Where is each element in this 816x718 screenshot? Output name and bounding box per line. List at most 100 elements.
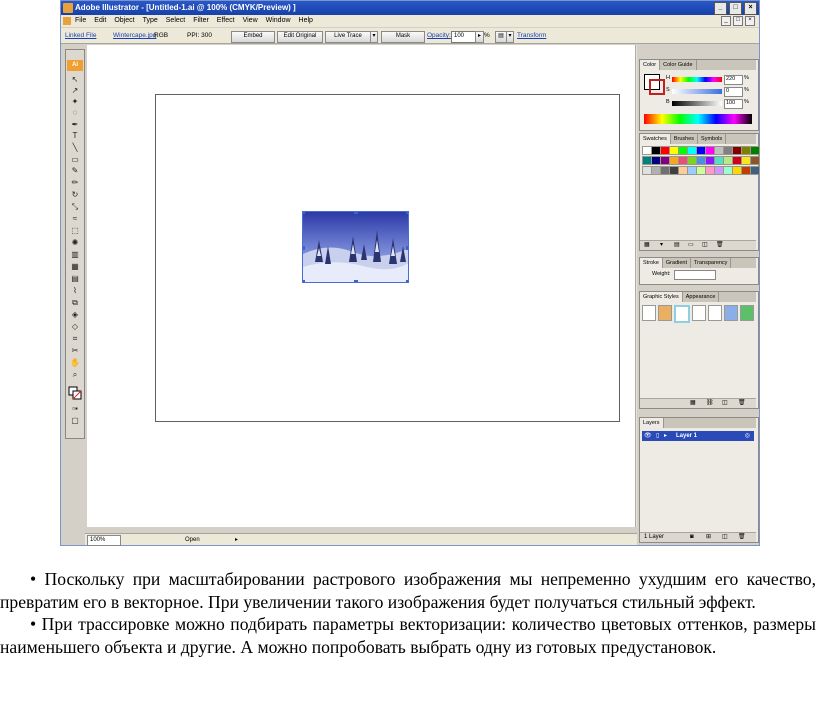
- screen-mode-icon[interactable]: ▢: [68, 416, 82, 426]
- mesh-tool-icon[interactable]: ▦: [68, 262, 82, 272]
- menu-help[interactable]: Help: [299, 15, 313, 27]
- transform-link[interactable]: Transform: [517, 28, 546, 44]
- opacity-dropdown[interactable]: ▸: [475, 31, 484, 43]
- tab-stroke[interactable]: Stroke: [640, 258, 663, 268]
- symbol-sprayer-tool-icon[interactable]: ✺: [68, 238, 82, 248]
- color-swatch[interactable]: [750, 166, 760, 175]
- menu-view[interactable]: View: [243, 15, 258, 27]
- selection-handle[interactable]: [354, 280, 358, 282]
- linked-file-link[interactable]: Linked File: [65, 28, 96, 44]
- warp-tool-icon[interactable]: ≈: [68, 214, 82, 224]
- graphic-style-swatch[interactable]: [708, 305, 722, 321]
- doc-minimize-button[interactable]: _: [721, 16, 731, 26]
- magic-wand-tool-icon[interactable]: ✦: [68, 97, 82, 107]
- hue-slider[interactable]: [672, 77, 722, 82]
- gradient-tool-icon[interactable]: ▤: [68, 274, 82, 284]
- new-group-icon[interactable]: ▭: [688, 241, 694, 250]
- fill-stroke-icon[interactable]: [68, 386, 82, 400]
- lasso-tool-icon[interactable]: ◌: [68, 108, 82, 118]
- hand-tool-icon[interactable]: ✋: [68, 358, 82, 368]
- menu-type[interactable]: Type: [143, 15, 158, 27]
- graphic-style-swatch[interactable]: [724, 305, 738, 321]
- eyedropper-tool-icon[interactable]: ⌇: [68, 286, 82, 296]
- new-style-icon[interactable]: ◫: [722, 399, 728, 408]
- graphic-style-swatch[interactable]: [692, 305, 706, 321]
- tab-graphic-styles[interactable]: Graphic Styles: [640, 292, 683, 302]
- menu-window[interactable]: Window: [266, 15, 291, 27]
- brightness-value[interactable]: 100: [724, 99, 743, 109]
- style-libraries-icon[interactable]: ▦: [690, 399, 696, 408]
- expand-arrow-icon[interactable]: ▸: [664, 431, 667, 441]
- rectangle-tool-icon[interactable]: ▭: [68, 155, 82, 165]
- edit-original-button[interactable]: Edit Original: [277, 31, 323, 43]
- tracing-presets-dropdown[interactable]: ▾: [370, 31, 378, 43]
- maximize-button[interactable]: □: [729, 2, 742, 15]
- direct-selection-tool-icon[interactable]: ↗: [68, 86, 82, 96]
- opacity-label[interactable]: Opacity:: [427, 28, 451, 44]
- tab-gradient[interactable]: Gradient: [663, 258, 692, 268]
- selection-tool-icon[interactable]: ↖: [68, 75, 82, 85]
- zoom-tool-icon[interactable]: ⌕: [68, 370, 82, 380]
- show-kinds-icon[interactable]: ▾: [660, 241, 663, 250]
- menu-object[interactable]: Object: [114, 15, 134, 27]
- hue-value[interactable]: 220: [724, 75, 743, 85]
- lock-toggle-icon[interactable]: ▯: [656, 431, 659, 441]
- selection-handle[interactable]: [406, 246, 408, 250]
- delete-layer-icon[interactable]: 🗑: [738, 533, 746, 542]
- color-mode-icon[interactable]: ▫▪: [68, 404, 82, 414]
- tab-color[interactable]: Color: [640, 60, 661, 70]
- embed-button[interactable]: Embed: [231, 31, 275, 43]
- status-arrow-icon[interactable]: ▸: [235, 534, 238, 546]
- line-tool-icon[interactable]: ╲: [68, 143, 82, 153]
- menu-select[interactable]: Select: [166, 15, 185, 27]
- brightness-slider[interactable]: [672, 101, 722, 106]
- placed-winter-image[interactable]: [302, 211, 409, 283]
- stroke-weight-field[interactable]: [674, 270, 716, 280]
- tab-transparency[interactable]: Transparency: [691, 258, 732, 268]
- file-name-link[interactable]: Wintercape.jpg: [113, 28, 156, 44]
- make-clipping-mask-icon[interactable]: ◙: [690, 533, 694, 542]
- layer-name[interactable]: Layer 1: [676, 431, 697, 441]
- doc-close-button[interactable]: ×: [745, 16, 755, 26]
- delete-swatch-icon[interactable]: 🗑: [716, 241, 724, 250]
- live-trace-button[interactable]: Live Trace: [325, 31, 371, 43]
- tab-layers[interactable]: Layers: [640, 418, 664, 428]
- graphic-style-swatch[interactable]: [674, 305, 690, 323]
- swatch-libraries-icon[interactable]: ▦: [644, 241, 650, 250]
- tab-swatches[interactable]: Swatches: [640, 134, 671, 144]
- selection-handle[interactable]: [406, 212, 408, 214]
- new-swatch-icon[interactable]: ◫: [702, 241, 708, 250]
- saturation-slider[interactable]: [672, 89, 722, 94]
- slice-tool-icon[interactable]: ⌗: [68, 334, 82, 344]
- selection-handle[interactable]: [406, 280, 408, 282]
- rotate-tool-icon[interactable]: ↻: [68, 190, 82, 200]
- live-paint-tool-icon[interactable]: ◈: [68, 310, 82, 320]
- paintbrush-tool-icon[interactable]: ✎: [68, 166, 82, 176]
- stroke-color-swatch[interactable]: [649, 79, 665, 95]
- selection-handle[interactable]: [303, 212, 305, 214]
- minimize-button[interactable]: _: [714, 2, 727, 15]
- tab-symbols[interactable]: Symbols: [698, 134, 727, 144]
- delete-style-icon[interactable]: 🗑: [738, 399, 746, 408]
- target-icon[interactable]: ◎: [745, 431, 750, 441]
- new-sublayer-icon[interactable]: ⊞: [706, 533, 711, 542]
- scissors-tool-icon[interactable]: ✂: [68, 346, 82, 356]
- swatch-grid[interactable]: [642, 146, 760, 175]
- graphic-style-swatch[interactable]: [658, 305, 672, 321]
- tab-color-guide[interactable]: Color Guide: [660, 60, 697, 70]
- graphic-style-swatch[interactable]: [642, 305, 656, 321]
- mask-button[interactable]: Mask: [381, 31, 425, 43]
- graph-tool-icon[interactable]: ▥: [68, 250, 82, 260]
- pen-tool-icon[interactable]: ✒: [68, 120, 82, 130]
- live-paint-selection-tool-icon[interactable]: ◇: [68, 322, 82, 332]
- menu-effect[interactable]: Effect: [217, 15, 235, 27]
- color-swatch[interactable]: [750, 146, 760, 155]
- menu-file[interactable]: File: [75, 15, 86, 27]
- graphic-style-swatch[interactable]: [740, 305, 754, 321]
- type-tool-icon[interactable]: T: [68, 131, 82, 141]
- swatch-options-icon[interactable]: ▤: [674, 241, 680, 250]
- blend-tool-icon[interactable]: ⧉: [68, 298, 82, 308]
- doc-maximize-button[interactable]: □: [733, 16, 743, 26]
- tab-brushes[interactable]: Brushes: [671, 134, 699, 144]
- visibility-eye-icon[interactable]: 👁: [644, 431, 652, 441]
